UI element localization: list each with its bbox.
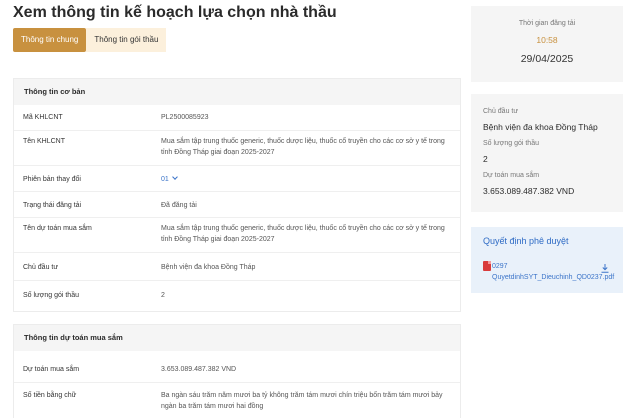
approval-decision-title: Quyết định phê duyệt — [483, 236, 569, 246]
table-row: Số lượng gói thầu 2 — [14, 281, 460, 309]
estimate-info-header: Thông tin dự toán mua sắm — [14, 325, 460, 351]
version-value: 01 — [161, 176, 169, 183]
table-row: Dự toán mua sắm 3.653.089.487.382 VND — [14, 351, 460, 383]
table-row: Trạng thái đăng tải Đã đăng tải — [14, 192, 460, 218]
row-value: PL2500085923 — [161, 114, 209, 121]
tab-general-info[interactable]: Thông tin chung — [13, 28, 87, 52]
row-label: Tên KHLCNT — [23, 138, 66, 145]
basic-info-card: Thông tin cơ bản Mã KHLCNT PL2500085923 … — [13, 78, 461, 312]
row-label: Chủ đầu tư — [23, 264, 59, 271]
table-row: Số tiền bằng chữ Ba ngàn sáu trăm năm mư… — [14, 383, 460, 418]
chevron-down-icon — [171, 174, 178, 180]
row-label: Tên dự toán mua sắm — [23, 225, 92, 232]
summary-panel: Chủ đầu tư Bệnh viện đa khoa Đồng Tháp S… — [471, 94, 623, 212]
table-row: Phiên bản thay đổi 01 — [14, 166, 460, 192]
posted-time-value: 10:58 — [536, 35, 558, 45]
packages-label: Số lượng gói thầu — [483, 140, 539, 147]
investor-value: Bệnh viện đa khoa Đồng Tháp — [483, 122, 598, 132]
approval-decision-panel: Quyết định phê duyệt 0297 QuyetdinhSYT_D… — [471, 227, 623, 293]
row-value: Ba ngàn sáu trăm năm mươi ba tỷ không tr… — [161, 392, 443, 410]
table-row: Tên dự toán mua sắm Mua sắm tập trung th… — [14, 218, 460, 253]
row-value: Mua sắm tập trung thuốc generic, thuốc d… — [161, 225, 445, 243]
budget-label: Dự toán mua sắm — [483, 172, 540, 179]
version-select[interactable]: 01 — [161, 174, 454, 185]
row-value: Bệnh viện đa khoa Đồng Tháp — [161, 264, 256, 271]
row-label: Phiên bản thay đổi — [23, 176, 81, 183]
page-title: Xem thông tin kế hoạch lựa chọn nhà thầu — [13, 4, 337, 21]
posted-time-panel: Thời gian đăng tải 10:58 29/04/2025 — [471, 6, 623, 82]
posted-time-label: Thời gian đăng tải — [518, 20, 576, 27]
row-label: Dự toán mua sắm — [23, 366, 80, 373]
table-row: Chủ đầu tư Bệnh viện đa khoa Đồng Tháp — [14, 253, 460, 281]
investor-label: Chủ đầu tư — [483, 108, 519, 115]
tab-bar: Thông tin chung Thông tin gói thầu — [13, 28, 167, 52]
decision-file-link[interactable]: 0297 QuyetdinhSYT_Dieuchinh_QD0237.pdf — [492, 261, 614, 283]
row-label: Trạng thái đăng tải — [23, 202, 82, 209]
download-icon[interactable] — [601, 264, 609, 273]
row-value: 2 — [161, 292, 165, 299]
row-value: 3.653.089.487.382 VND — [161, 366, 237, 373]
row-label: Mã KHLCNT — [23, 114, 63, 121]
row-label: Số tiền bằng chữ — [23, 392, 77, 399]
packages-value: 2 — [483, 154, 488, 164]
budget-value: 3.653.089.487.382 VND — [483, 186, 575, 196]
pdf-file-icon — [483, 261, 491, 271]
basic-info-header: Thông tin cơ bản — [14, 79, 460, 105]
table-row: Tên KHLCNT Mua sắm tập trung thuốc gener… — [14, 131, 460, 166]
tab-package-info[interactable]: Thông tin gói thầu — [86, 28, 167, 52]
table-row: Mã KHLCNT PL2500085923 — [14, 105, 460, 131]
row-value: Mua sắm tập trung thuốc generic, thuốc d… — [161, 138, 445, 156]
estimate-info-card: Thông tin dự toán mua sắm Dự toán mua sắ… — [13, 324, 461, 418]
posted-date-value: 29/04/2025 — [520, 53, 574, 65]
row-value: Đã đăng tải — [161, 202, 197, 209]
row-label: Số lượng gói thầu — [23, 292, 79, 299]
